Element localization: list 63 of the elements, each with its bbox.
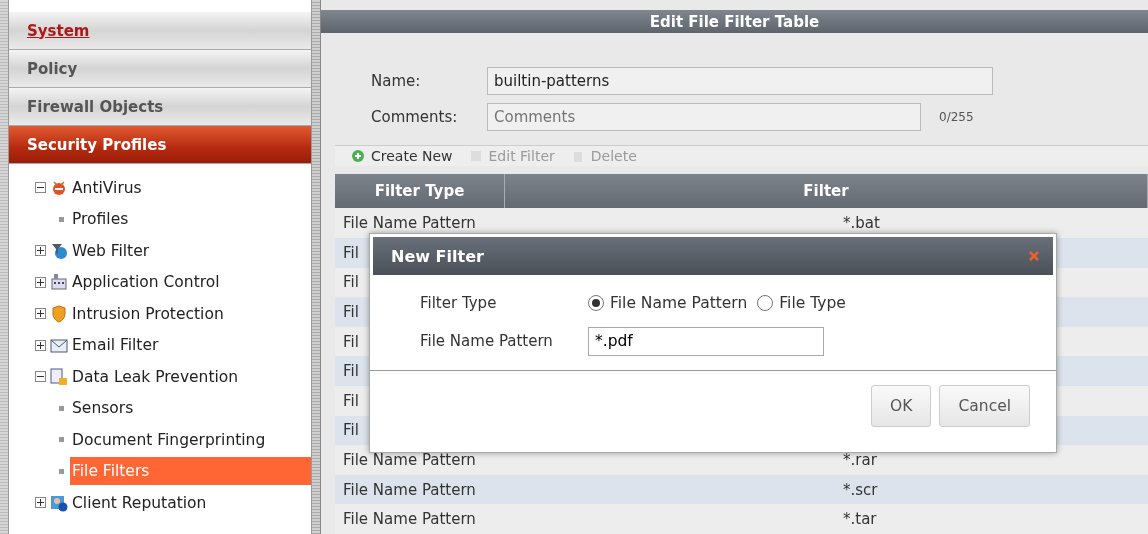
name-label: Name: [371,72,421,91]
globe-filter-icon [50,241,68,260]
bullet-icon [59,216,64,222]
expand-icon[interactable] [35,497,46,509]
comments-field[interactable]: Comments [487,103,921,132]
sidebar-section[interactable]: System [9,12,311,50]
expand-icon[interactable] [35,276,46,288]
tree-item[interactable]: Profiles [70,205,311,234]
table-cell-text: File Name Pattern [342,451,476,469]
table-cell-text: File Name Pattern [342,510,476,529]
tree-item[interactable]: Document Fingerprinting [70,425,311,454]
table-cell-text: Fil [342,362,359,381]
sidebar-section[interactable]: Security Profiles [9,126,311,164]
dialog-title: New Filter [391,246,484,266]
table-cell-text: File Name Pattern [342,214,476,233]
expand-icon[interactable] [35,245,46,257]
tree-item[interactable]: Application Control [72,273,220,292]
app-grid-icon [50,273,68,292]
dialog-button[interactable]: Cancel [939,385,1030,427]
radio-option[interactable]: File Name Pattern [588,294,748,313]
tree-item[interactable]: Client Reputation [72,493,207,512]
collapse-icon[interactable] [35,182,46,194]
bullet-icon [59,468,64,474]
table-cell-text: Fil [342,391,359,410]
collapse-icon[interactable] [35,371,46,383]
tree-item[interactable]: Email Filter [72,336,159,355]
table-cell-text: Fil [342,243,359,262]
envelope-icon [50,336,68,355]
table-cell-text: Fil [342,273,359,292]
bullet-icon [59,437,64,443]
table-cell-text: Fil [342,303,359,322]
bug-icon [50,178,68,197]
filter-type-label: Filter Type [420,294,498,313]
character-count: 0/255 [939,110,974,125]
table-cell-text: *.rar [842,451,877,469]
expand-icon[interactable] [35,339,46,351]
pattern-label: File Name Pattern [420,332,554,351]
table-cell-text: Fil [342,421,359,440]
comments-label: Comments: [371,108,458,127]
sidebar-section[interactable]: Policy [9,50,311,88]
dialog-button[interactable]: OK [871,385,932,427]
name-field[interactable]: builtin-patterns [487,67,993,96]
table-cell-text: *.bat [842,214,880,233]
add-icon [351,149,365,164]
radio-option[interactable]: File Type [757,294,846,313]
sidebar-section[interactable]: Firewall Objects [9,88,311,126]
tree-item[interactable]: Data Leak Prevention [72,367,239,386]
shield-icon [50,304,68,323]
document-lock-icon [50,367,68,386]
table-cell-text: *.scr [842,480,878,499]
expand-icon[interactable] [35,308,46,320]
tree-item[interactable]: Web Filter [72,241,150,260]
table-cell-text: *.tar [842,510,877,529]
tree-item[interactable]: AntiVirus [72,178,142,197]
table-cell-text: File Name Pattern [342,480,476,499]
table-cell-text: Fil [342,332,359,351]
user-globe-icon [50,493,68,512]
pattern-field[interactable]: *.pdf [588,326,824,356]
tree-item[interactable]: Intrusion Protection [72,304,224,323]
panel-title: Edit File Filter Table [321,10,1148,34]
tree-item[interactable]: Sensors [70,394,311,423]
bullet-icon [59,405,64,411]
toolbar-button[interactable]: Create New [351,148,453,165]
